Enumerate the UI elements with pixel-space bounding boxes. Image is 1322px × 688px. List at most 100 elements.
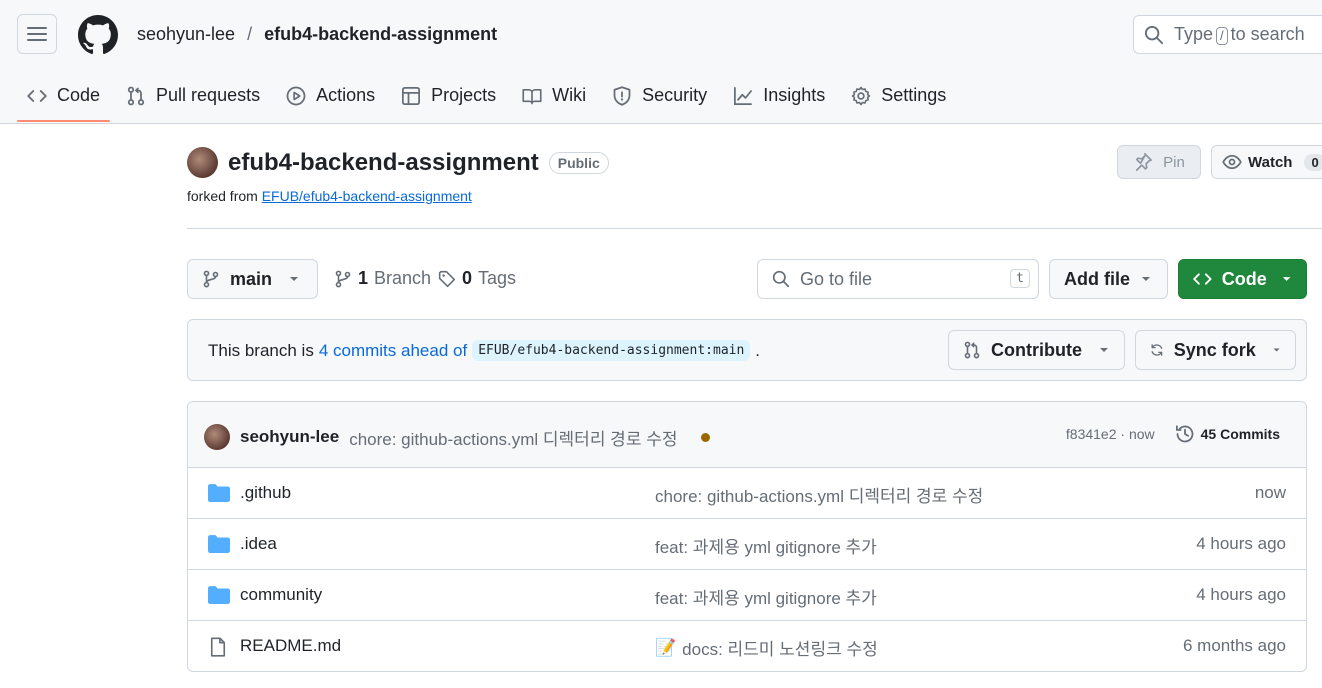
contribute-button[interactable]: Contribute: [948, 330, 1125, 370]
owner-avatar[interactable]: [187, 147, 218, 178]
commits-ahead-link[interactable]: 4 commits ahead of: [319, 341, 467, 361]
commit-sha[interactable]: f8341e2: [1066, 426, 1117, 442]
folder-icon: [208, 484, 230, 502]
file-commit-message[interactable]: chore: github-actions.yml 디렉터리 경로 수정: [655, 482, 983, 507]
commit-meta: f8341e2 · now: [1066, 426, 1155, 442]
watch-button[interactable]: Watch 0: [1211, 145, 1322, 179]
file-commit-message[interactable]: feat: 과제용 yml gitignore 추가: [655, 584, 877, 609]
file-commit-message[interactable]: 📝 docs: 리드미 노션링크 수정: [655, 635, 878, 660]
shield-icon: [613, 85, 631, 106]
gear-icon: [851, 86, 871, 105]
file-name[interactable]: community: [240, 585, 322, 605]
file-row[interactable]: README.md 📝 docs: 리드미 노션링크 수정 6 months ag…: [188, 621, 1306, 671]
github-logo-icon[interactable]: [78, 15, 118, 55]
file-table: seohyun-lee chore: github-actions.yml 디렉…: [187, 401, 1307, 672]
global-header: seohyun-lee / efub4-backend-assignment T…: [0, 0, 1322, 124]
tab-label: Insights: [763, 85, 826, 105]
code-icon: [1193, 273, 1212, 285]
tab-label: Code: [57, 85, 101, 105]
file-commit-time: 6 months ago: [1182, 636, 1286, 655]
menu-button[interactable]: [17, 14, 57, 54]
book-icon: [522, 88, 542, 104]
code-button[interactable]: Code: [1178, 259, 1307, 299]
visibility-badge: Public: [548, 151, 609, 174]
table-icon: [402, 86, 421, 105]
tag-icon: [438, 270, 456, 287]
tag-count: 0: [462, 268, 473, 288]
sync-icon: [1151, 344, 1163, 356]
code-icon: [27, 89, 47, 102]
add-file-button[interactable]: Add file: [1049, 259, 1168, 299]
ahead-text: This branch is 4 commits ahead of EFUB/e…: [208, 340, 760, 361]
file-name[interactable]: .github: [240, 483, 291, 503]
forked-from: forked from EFUB/efub4-backend-assignmen…: [187, 188, 472, 204]
branches-link[interactable]: 1 Branch: [334, 268, 431, 289]
file-row[interactable]: community feat: 과제용 yml gitignore 추가 4 h…: [188, 570, 1306, 621]
pin-label: Pin: [1163, 153, 1185, 171]
watch-count: 0: [1304, 153, 1322, 171]
breadcrumb-repo[interactable]: efub4-backend-assignment: [264, 24, 497, 45]
tab-insights[interactable]: Insights: [723, 73, 835, 118]
code-label: Code: [1221, 268, 1267, 289]
forked-prefix: forked from: [187, 188, 258, 204]
commit-meta-sep: ·: [1120, 426, 1126, 442]
search-icon: [1144, 25, 1164, 44]
tab-settings[interactable]: Settings: [841, 73, 956, 118]
commit-author[interactable]: seohyun-lee: [240, 427, 339, 447]
branch-name: main: [230, 268, 273, 289]
repo-name[interactable]: efub4-backend-assignment: [228, 149, 539, 177]
play-icon: [286, 86, 306, 105]
tab-actions[interactable]: Actions: [276, 73, 385, 118]
forked-source-link[interactable]: EFUB/efub4-backend-assignment: [262, 188, 472, 204]
breadcrumb-separator: /: [247, 24, 253, 44]
commit-status-dot[interactable]: [701, 432, 711, 442]
commit-time: now: [1128, 426, 1155, 442]
file-commit-message[interactable]: feat: 과제용 yml gitignore 추가: [655, 533, 877, 558]
sync-fork-button[interactable]: Sync fork: [1135, 330, 1296, 370]
caret-down-icon: [1142, 277, 1150, 281]
folder-icon: [208, 586, 230, 604]
file-name[interactable]: README.md: [240, 636, 341, 656]
commits-link[interactable]: 45 Commits: [1175, 424, 1280, 444]
tab-security[interactable]: Security: [602, 73, 717, 118]
pull-request-icon: [964, 341, 980, 359]
pin-button[interactable]: Pin: [1117, 145, 1201, 179]
ahead-suffix: .: [755, 340, 761, 360]
caret-down-icon: [1273, 348, 1280, 352]
file-commit-time: 4 hours ago: [1196, 534, 1286, 553]
file-commit-time: now: [1254, 483, 1286, 502]
commit-message[interactable]: chore: github-actions.yml 디렉터리 경로 수정: [349, 425, 677, 450]
watch-label: Watch: [1248, 153, 1293, 171]
tab-projects[interactable]: Projects: [391, 73, 506, 118]
pin-icon: [1136, 153, 1153, 171]
author-avatar[interactable]: [204, 424, 230, 450]
contribute-label: Contribute: [991, 339, 1082, 360]
branch-select-button[interactable]: main: [187, 259, 318, 299]
tab-code[interactable]: Code: [17, 73, 111, 122]
tags-link[interactable]: 0 Tags: [438, 268, 516, 289]
pull-request-icon: [127, 86, 145, 105]
branch-count: 1: [358, 268, 369, 288]
breadcrumb-owner[interactable]: seohyun-lee: [137, 24, 235, 45]
file-name[interactable]: .idea: [240, 534, 277, 554]
ahead-prefix: This branch is: [208, 340, 314, 360]
tab-label: Pull requests: [156, 85, 261, 105]
search-placeholder: Type / to search: [1174, 24, 1305, 45]
file-row[interactable]: .idea feat: 과제용 yml gitignore 추가 4 hours…: [188, 519, 1306, 570]
upstream-ref: EFUB/efub4-backend-assignment:main: [472, 340, 751, 361]
search-icon: [772, 270, 790, 288]
memo-emoji-icon: 📝: [655, 637, 677, 657]
sync-fork-label: Sync fork: [1173, 339, 1256, 360]
tab-wiki[interactable]: Wiki: [512, 73, 596, 118]
tab-pull-requests[interactable]: Pull requests: [116, 73, 270, 118]
file-row[interactable]: .github chore: github-actions.yml 디렉터리 경…: [188, 468, 1306, 519]
caret-down-icon: [290, 277, 299, 281]
go-to-file-placeholder: Go to file: [800, 268, 873, 289]
caret-down-icon: [1282, 277, 1291, 281]
search-input[interactable]: Type / to search: [1133, 15, 1322, 54]
tab-label: Settings: [881, 85, 947, 105]
tab-label: Actions: [316, 85, 376, 105]
go-to-file-input[interactable]: Go to file t: [757, 259, 1039, 299]
commits-count-label: 45 Commits: [1200, 426, 1280, 442]
branch-label: Branch: [374, 268, 432, 288]
